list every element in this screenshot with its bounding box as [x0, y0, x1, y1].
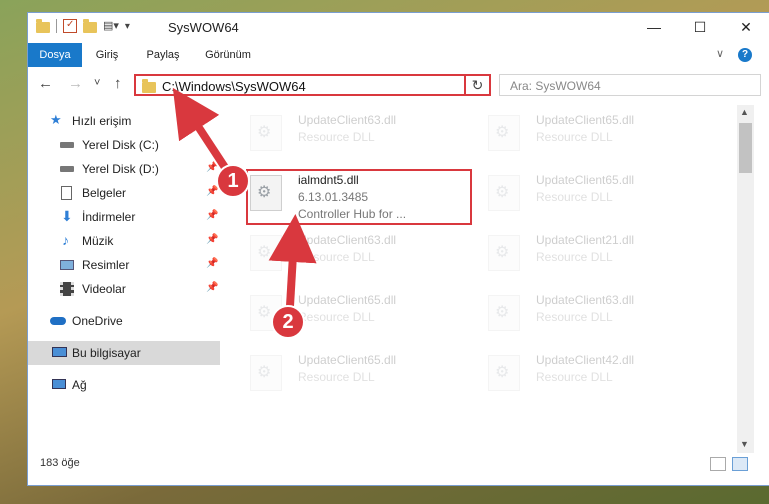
- annotation-arrows: [172, 87, 317, 307]
- arrow-to-address-bar: [172, 87, 232, 175]
- step-1-badge: 1: [216, 164, 250, 198]
- step-2-badge: 2: [271, 305, 305, 339]
- arrow-to-file: [268, 214, 317, 307]
